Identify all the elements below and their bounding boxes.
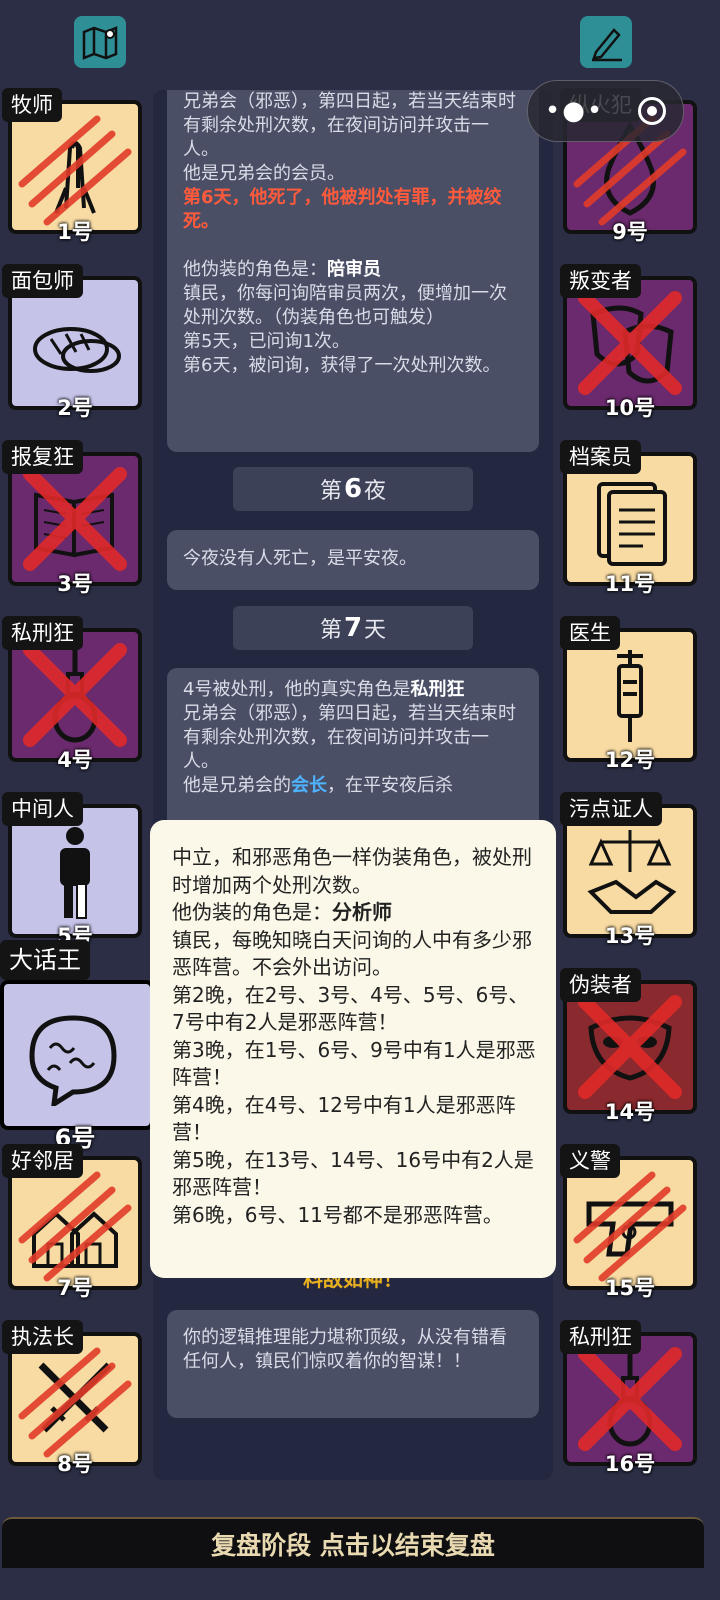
header-prefix: 第 bbox=[319, 618, 342, 643]
eliminated-x-mark bbox=[578, 291, 682, 395]
claw-scratch-mark bbox=[18, 1347, 132, 1458]
log-line: 镇民，你每问询陪审员两次，便增加一次处刑次数。（伪装角色也可触发） bbox=[183, 283, 507, 328]
player-number: 16号 bbox=[604, 1452, 656, 1476]
player-number: 8号 bbox=[57, 1452, 93, 1476]
player-number: 12号 bbox=[604, 748, 656, 772]
log-line: 第6天，被问询，获得了一次处刑次数。 bbox=[183, 355, 501, 376]
end-review-button[interactable]: 复盘阶段 点击以结束复盘 bbox=[2, 1517, 704, 1568]
player-number: 4号 bbox=[57, 748, 93, 772]
player-number: 9号 bbox=[612, 220, 648, 244]
player-number: 13号 bbox=[604, 924, 656, 948]
log-entry-summary: 你的逻辑推理能力堪称顶级，从没有错看任何人，镇民们惊叹着你的智谋！！ bbox=[167, 1310, 539, 1418]
player-number: 15号 bbox=[604, 1276, 656, 1300]
syringe-icon bbox=[617, 650, 643, 742]
role-tag: 污点证人 bbox=[560, 792, 662, 826]
claw-scratch-mark bbox=[18, 1171, 132, 1282]
tooltip-line: 第5晚，在13号、14号、16号中有2人是邪恶阵营！ bbox=[172, 1147, 534, 1200]
disguise-line: 他伪装的角色是：陪审员 bbox=[183, 258, 523, 282]
log-line: 今夜没有人死亡，是平安夜。 bbox=[183, 548, 417, 569]
role-tooltip: 中立，和邪恶角色一样伪装角色，被处刑时增加两个处刑次数。 他伪装的角色是：分析师… bbox=[150, 820, 556, 1278]
player-number: 11号 bbox=[604, 572, 656, 596]
end-review-label: 复盘阶段 点击以结束复盘 bbox=[211, 1530, 495, 1560]
log-line: 你的逻辑推理能力堪称顶级，从没有错看任何人，镇民们惊叹着你的智谋！！ bbox=[183, 1327, 507, 1372]
log-entry-execution: 4号被处刑，他的真实角色是私刑狂 兄弟会（邪恶），第四日起，若当天结束时有剩余处… bbox=[167, 668, 539, 838]
role-tag: 叛变者 bbox=[560, 264, 641, 298]
role-tag: 医生 bbox=[560, 616, 620, 650]
player-number: 3号 bbox=[57, 572, 93, 596]
speech-bubble-icon bbox=[29, 1015, 117, 1106]
role-name: 私刑狂 bbox=[410, 679, 465, 700]
miniprogram-capsule[interactable]: •●• bbox=[527, 80, 684, 142]
header-number: 6 bbox=[343, 474, 363, 504]
log-text: 4号被处刑，他的真实角色是 bbox=[183, 679, 411, 700]
tooltip-line: 第3晚，在1号、6号、9号中有1人是邪恶阵营！ bbox=[172, 1037, 536, 1090]
eliminated-x-mark bbox=[23, 643, 127, 747]
role-name: 会长 bbox=[291, 775, 327, 796]
header-suffix: 天 bbox=[364, 618, 387, 643]
player-number: 10号 bbox=[604, 396, 656, 420]
log-line: 他是兄弟会的会员。 bbox=[183, 163, 345, 184]
player-number: 2号 bbox=[57, 396, 93, 420]
tooltip-line: 第6晚，6号、11号都不是邪恶阵营。 bbox=[172, 1202, 503, 1227]
log-text: ，在平安夜后杀 bbox=[327, 775, 453, 796]
close-target-icon[interactable] bbox=[638, 97, 667, 125]
scales-handshake-icon bbox=[587, 830, 677, 914]
bread-icon bbox=[33, 327, 121, 373]
log-line: 他是兄弟会的会长，在平安夜后杀 bbox=[183, 774, 523, 798]
role-tag: 档案员 bbox=[560, 440, 641, 474]
role-tag: 报复狂 bbox=[2, 440, 83, 474]
night-header: 第6夜 bbox=[233, 467, 473, 511]
role-tag: 伪装者 bbox=[560, 968, 641, 1002]
pen-note-icon bbox=[592, 28, 622, 62]
tooltip-disguise: 他伪装的角色是：分析师 bbox=[172, 899, 536, 927]
player-number: 7号 bbox=[57, 1276, 93, 1300]
header-suffix: 夜 bbox=[364, 479, 387, 504]
eliminated-x-mark bbox=[23, 467, 127, 571]
role-tag: 面包师 bbox=[2, 264, 83, 298]
player-card[interactable] bbox=[0, 980, 154, 1130]
log-line: 第5天，已问询1次。 bbox=[183, 331, 350, 352]
map-icon bbox=[82, 26, 118, 60]
claw-scratch-mark bbox=[573, 1171, 687, 1282]
death-line: 第6天，他死了，他被判处有罪，并被绞死。 bbox=[183, 187, 502, 232]
header-prefix: 第 bbox=[319, 479, 342, 504]
player-number: 1号 bbox=[57, 220, 93, 244]
person-icon bbox=[60, 827, 90, 919]
role-tag: 中间人 bbox=[2, 792, 83, 826]
map-button[interactable] bbox=[74, 16, 126, 68]
log-text: 他是兄弟会的 bbox=[183, 775, 291, 796]
tooltip-line: 第4晚，在4号、12号中有1人是邪恶阵营！ bbox=[172, 1092, 516, 1145]
log-entry-brotherhood-member: 兄弟会（邪恶），第四日起，若当天结束时有剩余处刑次数，在夜间访问并攻击一人。 他… bbox=[167, 90, 539, 452]
claw-scratch-mark bbox=[18, 115, 132, 226]
log-line: 兄弟会（邪恶），第四日起，若当天结束时有剩余处刑次数，在夜间访问并攻击一人。 bbox=[183, 703, 516, 772]
role-tag: 执法长 bbox=[2, 1320, 83, 1354]
role-tag: 牧师 bbox=[2, 88, 62, 122]
tooltip-text: 他伪装的角色是： bbox=[172, 900, 332, 924]
role-tag: 好邻居 bbox=[2, 1144, 83, 1178]
role-tag: 私刑狂 bbox=[2, 616, 83, 650]
notes-button[interactable] bbox=[580, 16, 632, 68]
tooltip-role: 分析师 bbox=[332, 900, 392, 924]
eliminated-x-mark bbox=[578, 1347, 682, 1451]
more-icon[interactable]: •●• bbox=[545, 96, 604, 126]
disguise-prefix: 他伪装的角色是： bbox=[183, 259, 327, 280]
header-number: 7 bbox=[343, 613, 363, 643]
player-number: 14号 bbox=[604, 1100, 656, 1124]
role-tag: 私刑狂 bbox=[560, 1320, 641, 1354]
tooltip-line: 镇民，每晚知晓白天问询的人中有多少邪恶阵营。不会外出访问。 bbox=[172, 927, 532, 980]
role-tag: 大话王 bbox=[0, 940, 90, 980]
tooltip-line: 中立，和邪恶角色一样伪装角色，被处刑时增加两个处刑次数。 bbox=[172, 845, 532, 897]
log-line: 4号被处刑，他的真实角色是私刑狂 bbox=[183, 678, 523, 702]
eliminated-x-mark bbox=[578, 995, 682, 1099]
role-tag: 义警 bbox=[560, 1144, 620, 1178]
disguise-role: 陪审员 bbox=[327, 259, 381, 280]
day-header: 第7天 bbox=[233, 606, 473, 650]
tooltip-line: 第2晚，在2号、3号、4号、5号、6号、7号中有2人是邪恶阵营！ bbox=[172, 982, 529, 1035]
documents-icon bbox=[597, 482, 667, 566]
log-line: 兄弟会（邪恶），第四日起，若当天结束时有剩余处刑次数，在夜间访问并攻击一人。 bbox=[183, 91, 516, 160]
log-entry-night: 今夜没有人死亡，是平安夜。 bbox=[167, 530, 539, 590]
